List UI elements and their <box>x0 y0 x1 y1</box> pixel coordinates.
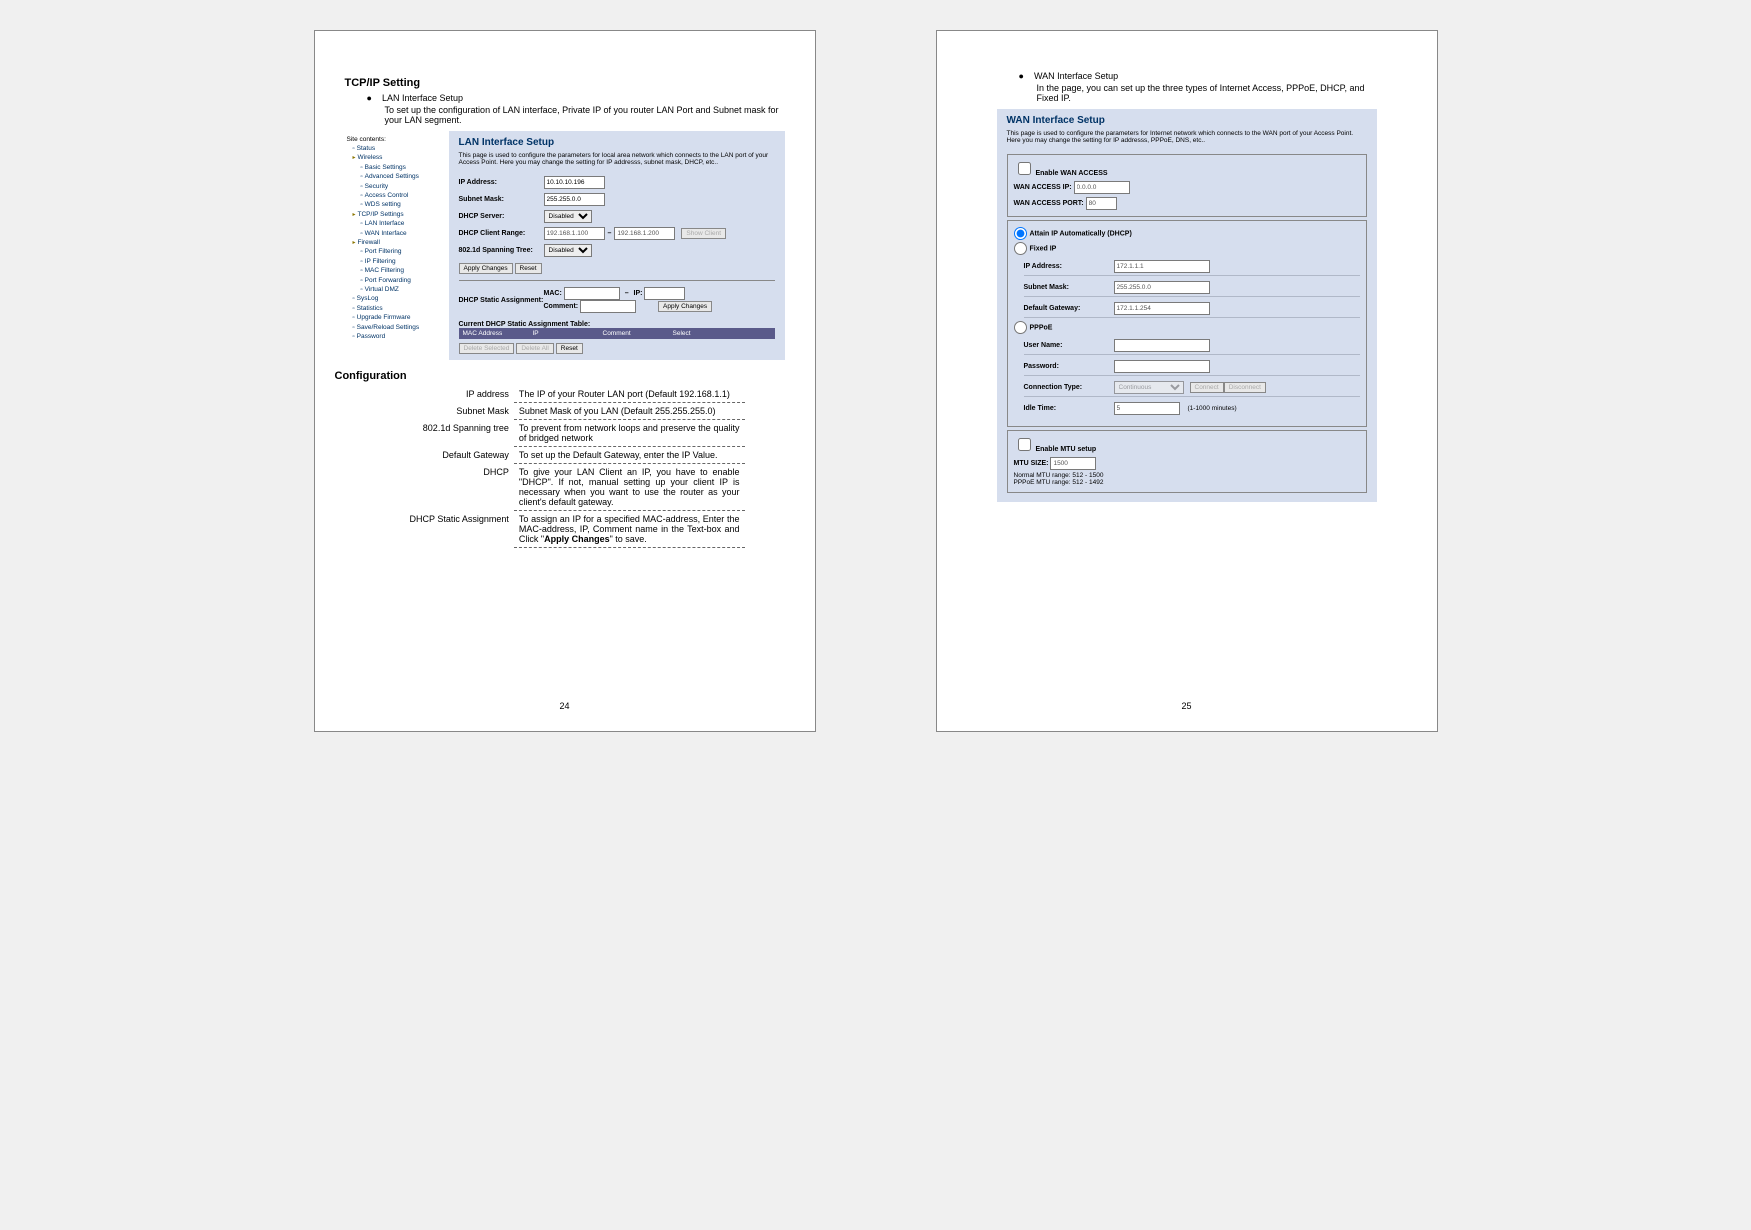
dhcp-range-to-input[interactable] <box>614 227 675 240</box>
bullet-title-wan: WAN Interface Setup <box>1037 71 1377 81</box>
lan-screenshot: Site contents: StatusWirelessBasic Setti… <box>345 131 785 360</box>
page-number: 24 <box>559 701 569 711</box>
panel-title: LAN Interface Setup <box>459 137 775 148</box>
tree-item[interactable]: TCP/IP Settings <box>353 210 447 219</box>
tree-item[interactable]: WDS setting <box>361 200 447 209</box>
pppoe-pass-input[interactable] <box>1114 360 1210 373</box>
bullet-desc-wan: In the page, you can set up the three ty… <box>1037 83 1377 103</box>
page-left: TCP/IP Setting LAN Interface Setup To se… <box>314 30 816 732</box>
config-table: IP addressThe IP of your Router LAN port… <box>405 386 745 548</box>
wan-access-port-input[interactable] <box>1086 197 1117 210</box>
dhcp-server-select[interactable]: Disabled <box>544 210 592 223</box>
tree-item[interactable]: SysLog <box>353 294 447 303</box>
idle-time-input[interactable] <box>1114 402 1180 415</box>
enable-wan-checkbox[interactable] <box>1018 162 1031 175</box>
subnet-mask-input[interactable] <box>544 193 605 206</box>
section-heading: TCP/IP Setting <box>345 77 785 89</box>
tree-item[interactable]: Wireless <box>353 153 447 162</box>
tree-item[interactable]: Statistics <box>353 304 447 313</box>
config-heading: Configuration <box>335 370 785 382</box>
static-table-header: MAC Address IP Comment Select <box>459 328 775 339</box>
fixed-ip-radio[interactable] <box>1014 242 1027 255</box>
connection-type-select[interactable]: Continuous <box>1114 381 1184 394</box>
tree-item[interactable]: Firewall <box>353 238 447 247</box>
tree-item[interactable]: Port Forwarding <box>361 276 447 285</box>
reset-button[interactable]: Reset <box>515 263 542 274</box>
bullet-title: LAN Interface Setup <box>385 93 785 103</box>
tree-item[interactable]: Access Control <box>361 191 447 200</box>
wan-access-ip-input[interactable] <box>1074 181 1130 194</box>
enable-mtu-checkbox[interactable] <box>1018 438 1031 451</box>
wan-mode-fieldset: Attain IP Automatically (DHCP) Fixed IP … <box>1007 220 1367 427</box>
tree-item[interactable]: Password <box>353 332 447 341</box>
delete-all-button[interactable]: Delete All <box>516 343 553 354</box>
pppoe-user-input[interactable] <box>1114 339 1210 352</box>
apply-changes-button[interactable]: Apply Changes <box>459 263 513 274</box>
reset-table-button[interactable]: Reset <box>556 343 583 354</box>
ip-address-input[interactable] <box>544 176 605 189</box>
disconnect-button[interactable]: Disconnect <box>1224 382 1266 393</box>
dhcp-radio[interactable] <box>1014 227 1027 240</box>
comment-input[interactable] <box>580 300 636 313</box>
lan-panel: LAN Interface Setup This page is used to… <box>449 131 785 360</box>
tree-item[interactable]: Advanced Settings <box>361 172 447 181</box>
tree-item[interactable]: Virtual DMZ <box>361 285 447 294</box>
spanning-tree-select[interactable]: Disabled <box>544 244 592 257</box>
tree-item[interactable]: WAN Interface <box>361 229 447 238</box>
panel-desc: This page is used to configure the param… <box>459 152 775 166</box>
wan-access-fieldset: Enable WAN ACCESS WAN ACCESS IP: WAN ACC… <box>1007 154 1367 217</box>
wan-screenshot: WAN Interface Setup This page is used to… <box>997 109 1377 502</box>
wan-mask-input[interactable] <box>1114 281 1210 294</box>
tree-item[interactable]: Upgrade Firmware <box>353 313 447 322</box>
bullet-lan: LAN Interface Setup To set up the config… <box>385 93 785 125</box>
tree-item[interactable]: Basic Settings <box>361 163 447 172</box>
nav-tree: Site contents: StatusWirelessBasic Setti… <box>345 131 449 360</box>
show-client-button[interactable]: Show Client <box>681 228 726 239</box>
page-number: 25 <box>1181 701 1191 711</box>
page-right: WAN Interface Setup In the page, you can… <box>936 30 1438 732</box>
mtu-fieldset: Enable MTU setup MTU SIZE: Normal MTU ra… <box>1007 430 1367 493</box>
wan-panel-desc: This page is used to configure the param… <box>1007 130 1367 144</box>
mac-input[interactable] <box>564 287 620 300</box>
dhcp-range-from-input[interactable] <box>544 227 605 240</box>
tree-items: StatusWirelessBasic SettingsAdvanced Set… <box>347 144 447 341</box>
tree-item[interactable]: MAC Filtering <box>361 266 447 275</box>
wan-ip-input[interactable] <box>1114 260 1210 273</box>
pppoe-radio[interactable] <box>1014 321 1027 334</box>
static-ip-input[interactable] <box>644 287 685 300</box>
tree-item[interactable]: IP Filtering <box>361 257 447 266</box>
mtu-size-input[interactable] <box>1050 457 1096 470</box>
delete-selected-button[interactable]: Delete Selected <box>459 343 515 354</box>
tree-item[interactable]: Port Filtering <box>361 247 447 256</box>
wan-panel-title: WAN Interface Setup <box>1007 115 1367 126</box>
bullet-desc: To set up the configuration of LAN inter… <box>385 105 785 125</box>
apply-changes-static-button[interactable]: Apply Changes <box>658 301 712 312</box>
bullet-wan: WAN Interface Setup In the page, you can… <box>1037 71 1377 103</box>
wan-gateway-input[interactable] <box>1114 302 1210 315</box>
tree-item[interactable]: Security <box>361 182 447 191</box>
tree-item[interactable]: Save/Reload Settings <box>353 323 447 332</box>
tree-item[interactable]: Status <box>353 144 447 153</box>
connect-button[interactable]: Connect <box>1190 382 1224 393</box>
tree-item[interactable]: LAN Interface <box>361 219 447 228</box>
